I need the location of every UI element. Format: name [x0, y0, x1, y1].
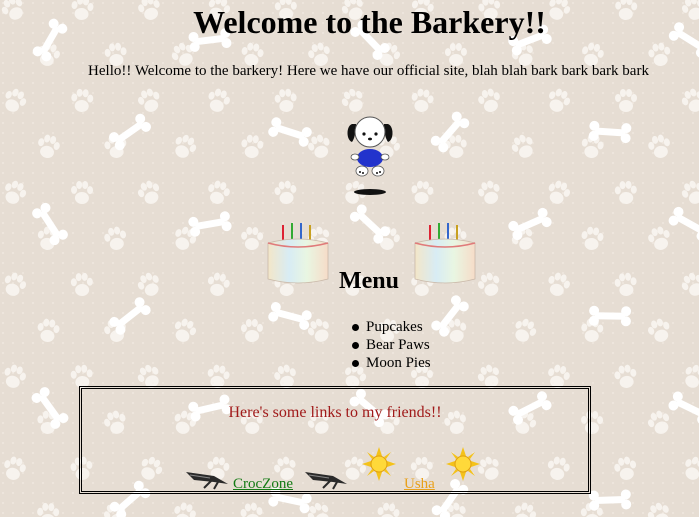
usha-link[interactable]: Usha: [404, 476, 435, 493]
friends-heading: Here's some links to my friends!!: [228, 404, 442, 421]
page-title: Welcome to the Barkery!!: [193, 4, 546, 40]
crocodile-icon: [186, 472, 228, 490]
menu-item-moon-pies: Moon Pies: [352, 354, 431, 372]
menu-item-bear-paws: Bear Paws: [352, 336, 431, 354]
intro-text: Hello!! Welcome to the barkery! Here we …: [88, 63, 649, 79]
menu-title: Menu: [339, 268, 399, 294]
birthday-cake-icon: [267, 223, 329, 284]
birthday-cake-icon: [414, 223, 476, 284]
sun-icon: [446, 447, 480, 481]
sun-icon: [362, 447, 396, 481]
menu-list: Pupcakes Bear Paws Moon Pies: [352, 318, 431, 372]
croczone-link[interactable]: CrocZone: [233, 476, 293, 493]
puppy-mascot-image: [347, 116, 393, 195]
crocodile-icon: [305, 472, 347, 490]
menu-item-pupcakes: Pupcakes: [352, 318, 431, 336]
